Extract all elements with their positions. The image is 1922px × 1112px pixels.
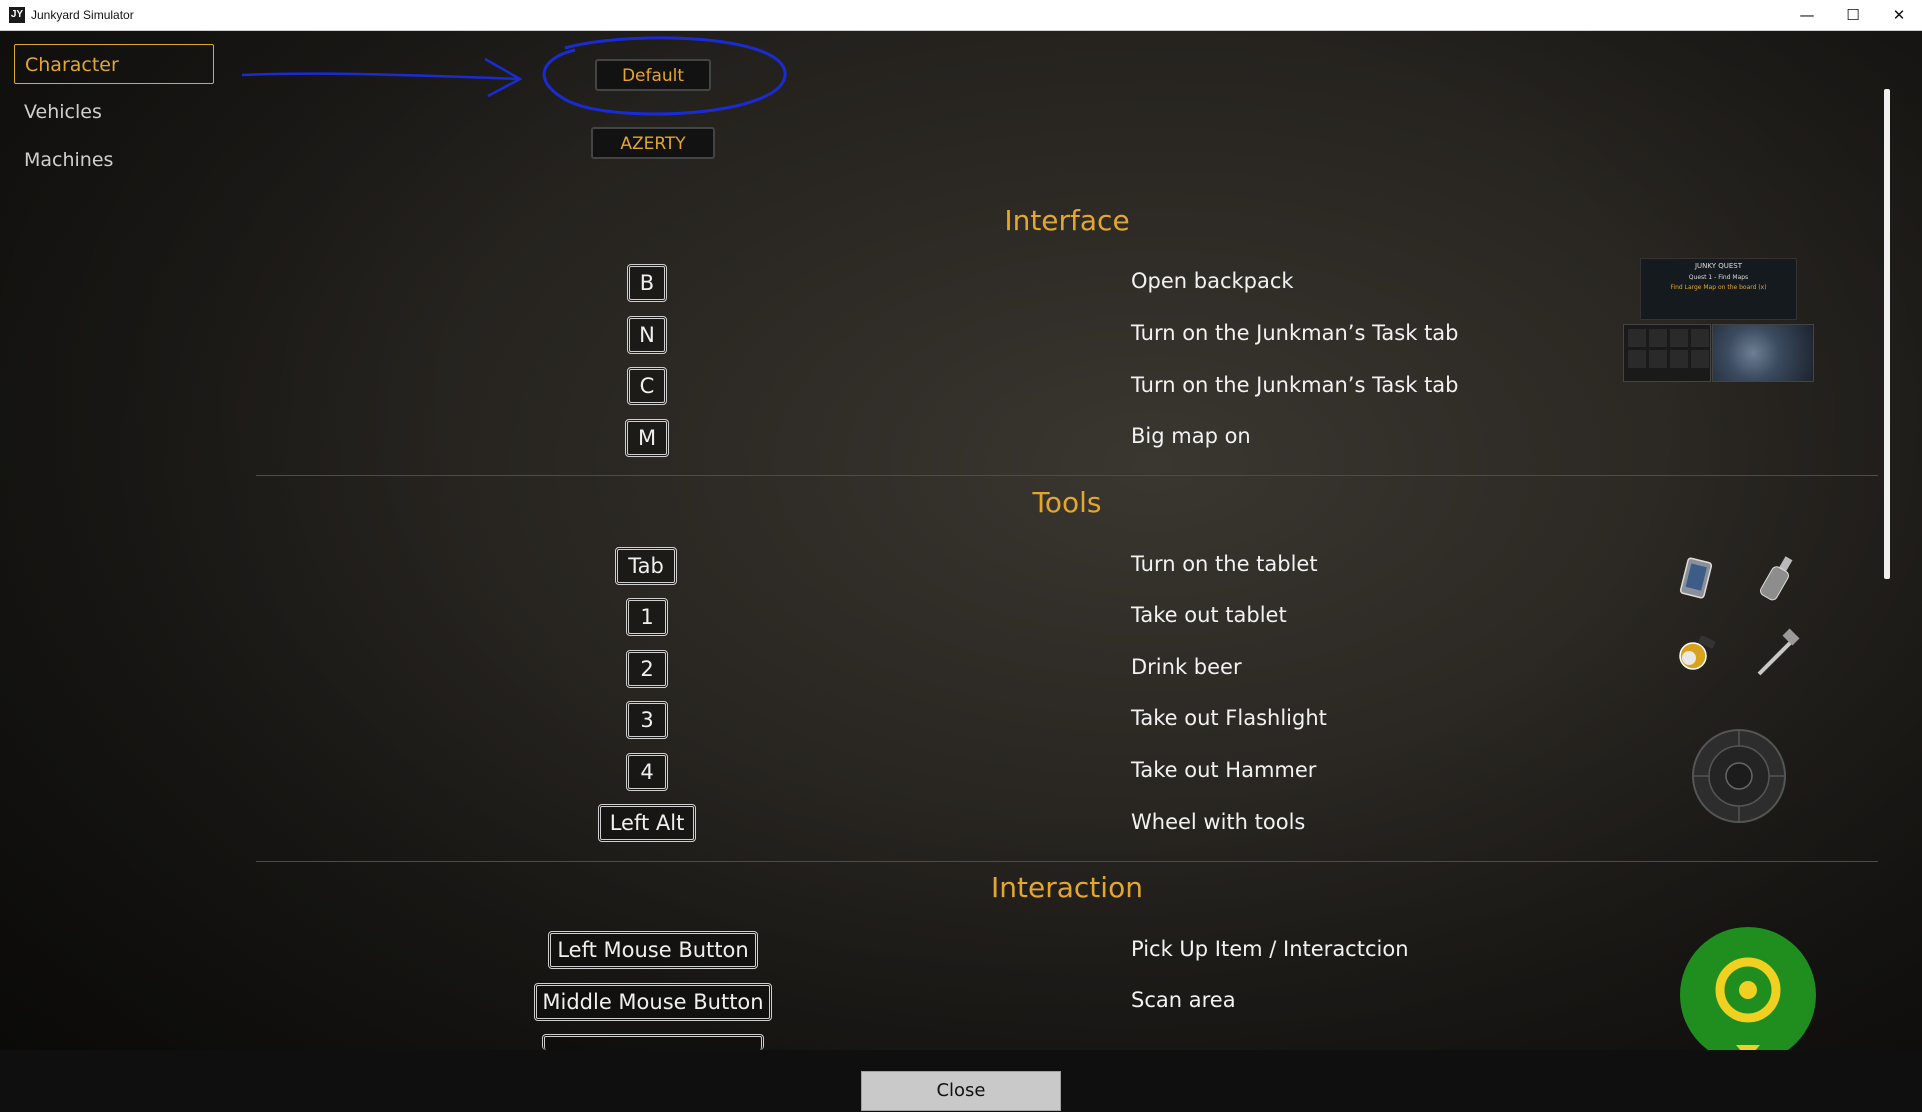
keybind-left-alt[interactable]: Left Alt bbox=[598, 804, 696, 842]
keybind-c[interactable]: C bbox=[627, 367, 667, 405]
action-take-out-tablet: Take out tablet bbox=[1131, 603, 1287, 627]
keybind-3[interactable]: 3 bbox=[626, 701, 668, 739]
inventory-preview-image bbox=[1623, 324, 1711, 382]
action-turn-on-tablet: Turn on the tablet bbox=[1131, 552, 1318, 576]
preset-azerty-button[interactable]: AZERTY bbox=[591, 127, 715, 159]
keybind-middle-mouse-button[interactable]: Middle Mouse Button bbox=[534, 983, 772, 1021]
inventory-grid bbox=[1624, 325, 1710, 372]
preset-default-button[interactable]: Default bbox=[595, 59, 711, 91]
keybind-partial[interactable] bbox=[542, 1034, 764, 1050]
controls-screen: Character Vehicles Machines Default AZER… bbox=[0, 31, 1922, 1112]
sidebar-item-vehicles[interactable]: Vehicles bbox=[14, 92, 214, 132]
hammer-icon bbox=[1757, 628, 1800, 676]
action-task-tab-c: Turn on the Junkman’s Task tab bbox=[1131, 373, 1459, 397]
section-divider bbox=[256, 475, 1878, 476]
section-title-interaction: Interaction bbox=[991, 871, 1143, 904]
minimize-icon[interactable]: — bbox=[1784, 0, 1830, 30]
action-take-out-flashlight: Take out Flashlight bbox=[1131, 706, 1327, 730]
action-drink-beer: Drink beer bbox=[1131, 655, 1242, 679]
map-preview-image bbox=[1712, 324, 1814, 382]
keybind-n[interactable]: N bbox=[627, 316, 667, 354]
window-title: Junkyard Simulator bbox=[31, 8, 134, 22]
action-pick-up-item: Pick Up Item / Interactcion bbox=[1131, 937, 1409, 961]
section-title-interface: Interface bbox=[1004, 204, 1130, 237]
action-scan-area: Scan area bbox=[1131, 988, 1236, 1012]
keybind-b[interactable]: B bbox=[627, 264, 667, 302]
close-button[interactable]: Close bbox=[861, 1071, 1061, 1111]
sidebar-item-machines[interactable]: Machines bbox=[14, 140, 214, 180]
maximize-icon[interactable]: ☐ bbox=[1830, 0, 1876, 30]
scrollbar[interactable] bbox=[1884, 89, 1890, 579]
scan-beacon-icon bbox=[1680, 927, 1816, 1050]
close-icon[interactable]: ✕ bbox=[1876, 0, 1922, 30]
action-big-map: Big map on bbox=[1131, 424, 1251, 448]
action-wheel-with-tools: Wheel with tools bbox=[1131, 810, 1306, 834]
keybind-1[interactable]: 1 bbox=[626, 598, 668, 636]
action-open-backpack: Open backpack bbox=[1131, 269, 1294, 293]
keybind-4[interactable]: 4 bbox=[626, 753, 668, 791]
quest-preview-header: JUNKY QUEST bbox=[1694, 262, 1743, 270]
flashlight-icon bbox=[1679, 635, 1716, 670]
action-take-out-hammer: Take out Hammer bbox=[1131, 758, 1317, 782]
quest-preview-line1: Quest 1 - Find Maps bbox=[1688, 274, 1749, 281]
section-title-tools: Tools bbox=[1032, 486, 1102, 519]
background-scene bbox=[0, 31, 1922, 1112]
quest-preview-image: JUNKY QUEST Quest 1 - Find Maps Find Lar… bbox=[1640, 258, 1797, 320]
quest-preview-line2: Find Large Map on the board (x) bbox=[1670, 284, 1767, 291]
tablet-icon bbox=[1679, 557, 1713, 599]
keybind-2[interactable]: 2 bbox=[626, 650, 668, 688]
section-divider bbox=[256, 861, 1878, 862]
window-titlebar: JY Junkyard Simulator — ☐ ✕ bbox=[0, 0, 1922, 31]
keybind-left-mouse-button[interactable]: Left Mouse Button bbox=[548, 931, 758, 969]
keybind-m[interactable]: M bbox=[625, 419, 669, 457]
tool-wheel-icon bbox=[1692, 729, 1786, 823]
action-task-tab-n: Turn on the Junkman’s Task tab bbox=[1131, 321, 1459, 345]
sidebar-item-character[interactable]: Character bbox=[14, 44, 214, 84]
app-logo-icon: JY bbox=[9, 7, 25, 23]
keybind-tab[interactable]: Tab bbox=[615, 547, 677, 585]
beer-bottle-icon bbox=[1760, 556, 1793, 601]
